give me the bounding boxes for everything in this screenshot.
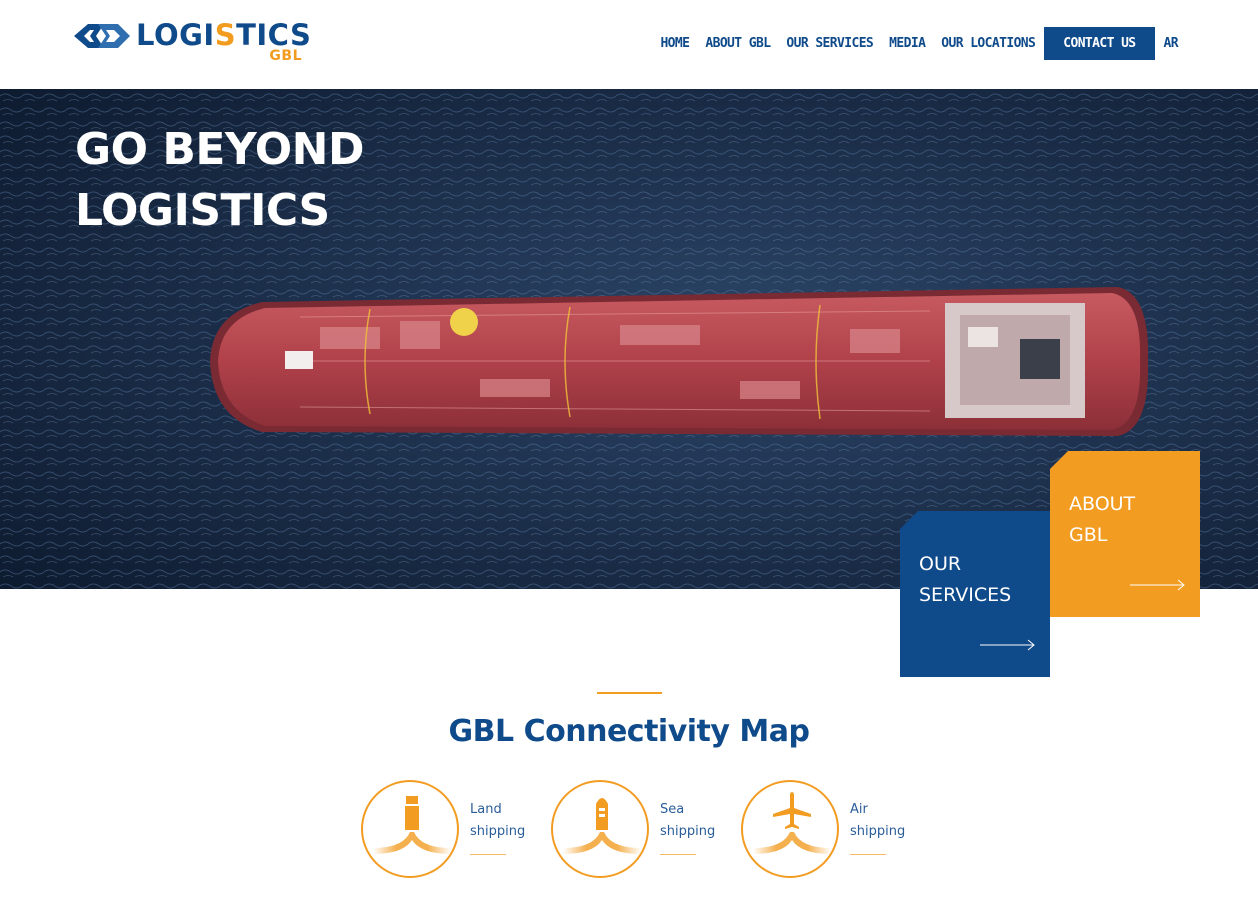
- air-shipping-underline: [850, 854, 886, 855]
- shipping-modes: Land shipping Sea shipping Air shipping: [360, 778, 930, 878]
- logo-wordmark: LOGISTICS: [136, 18, 312, 52]
- main-nav: HOME ABOUT GBL OUR SERVICES MEDIA OUR LO…: [644, 27, 1179, 60]
- nav-home[interactable]: HOME: [660, 36, 690, 51]
- land-shipping-label: Land shipping: [470, 802, 526, 839]
- our-services-card[interactable]: OUR SERVICES: [900, 511, 1050, 677]
- our-services-card-label: OUR SERVICES: [919, 553, 1012, 606]
- hero-headline: GO BEYOND LOGISTICS: [75, 124, 364, 236]
- section-divider: [597, 692, 662, 694]
- land-shipping-underline: [470, 854, 506, 855]
- language-switch-ar[interactable]: AR: [1164, 36, 1179, 51]
- long-right-arrow-icon: [1130, 579, 1185, 591]
- site-header: LOGISTICS GBL HOME ABOUT GBL OUR SERVICE…: [0, 0, 1258, 89]
- airplane-icon: [741, 780, 839, 878]
- about-gbl-card-label: ABOUT GBL: [1069, 493, 1136, 546]
- connectivity-map-title: GBL Connectivity Map: [448, 714, 810, 749]
- logo-subtitle: GBL: [269, 48, 302, 64]
- nav-media[interactable]: MEDIA: [889, 36, 926, 51]
- sea-shipping-underline: [660, 854, 696, 855]
- logo-mark-icon: [74, 24, 130, 48]
- contact-us-button[interactable]: CONTACT US: [1044, 27, 1155, 60]
- sea-shipping-item[interactable]: Sea shipping: [550, 778, 740, 878]
- land-shipping-item[interactable]: Land shipping: [360, 778, 550, 878]
- nav-about-gbl[interactable]: ABOUT GBL: [705, 36, 771, 51]
- nav-our-locations[interactable]: OUR LOCATIONS: [941, 36, 1036, 51]
- long-right-arrow-icon: [980, 639, 1035, 651]
- truck-icon: [361, 780, 459, 878]
- ship-icon: [551, 780, 649, 878]
- sea-shipping-label: Sea shipping: [660, 802, 716, 839]
- nav-our-services[interactable]: OUR SERVICES: [786, 36, 873, 51]
- about-gbl-card[interactable]: ABOUT GBL: [1050, 451, 1200, 617]
- gbl-logistics-logo[interactable]: LOGISTICS GBL: [74, 20, 311, 66]
- air-shipping-item[interactable]: Air shipping: [740, 778, 930, 878]
- air-shipping-label: Air shipping: [850, 802, 906, 839]
